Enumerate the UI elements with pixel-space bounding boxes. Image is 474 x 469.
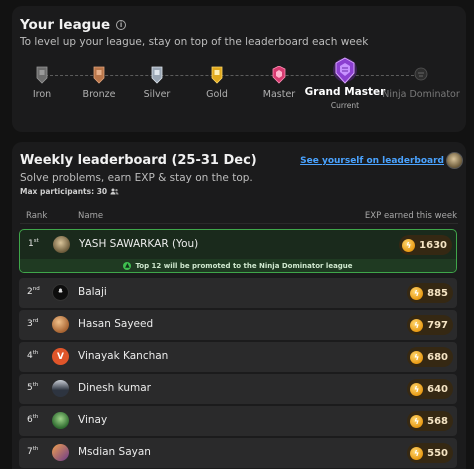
exp-badge: ϟ 550 — [407, 443, 453, 463]
silver-badge-icon — [150, 66, 164, 84]
column-name: Name — [78, 211, 104, 221]
leaderboard-row[interactable]: 4th V Vinayak Kanchan ϟ 680 — [19, 342, 457, 372]
exp-badge: ϟ 885 — [407, 283, 453, 303]
leaderboard-row[interactable]: 7th Msdian Sayan ϟ 550 — [19, 438, 457, 468]
user-name: Balaji — [78, 286, 107, 298]
iron-badge-icon — [35, 66, 49, 84]
lightning-coin-icon: ϟ — [410, 350, 424, 364]
rank-value: 1st — [28, 238, 39, 249]
lightning-coin-icon: ϟ — [402, 238, 416, 252]
tier-label-silver: Silver — [143, 89, 171, 100]
tier-label-master: Master — [262, 89, 296, 100]
lightning-coin-icon: ϟ — [410, 414, 424, 428]
league-subtitle: To level up your league, stay on top of … — [20, 36, 369, 48]
max-participants: Max participants: 30 — [20, 187, 119, 196]
avatar — [52, 316, 69, 333]
user-name: Hasan Sayeed — [78, 318, 154, 330]
leaderboard-row[interactable]: 2nd Balaji ϟ 885 — [19, 278, 457, 308]
exp-badge: ϟ 1630 — [399, 235, 452, 255]
arrow-up-icon: ▲ — [123, 261, 132, 270]
avatar — [52, 380, 69, 397]
promotion-banner: ▲ Top 12 will be promoted to the Ninja D… — [20, 259, 456, 272]
tier-label-gold: Gold — [206, 89, 228, 100]
avatar — [52, 412, 69, 429]
exp-badge: ϟ 797 — [407, 315, 453, 335]
avatar — [53, 236, 70, 253]
users-icon — [110, 188, 119, 195]
lightning-coin-icon: ϟ — [410, 318, 424, 332]
leaderboard-row[interactable]: 3rd Hasan Sayeed ϟ 797 — [19, 310, 457, 340]
lightning-coin-icon: ϟ — [410, 446, 424, 460]
current-tier-tag: Current — [330, 101, 360, 110]
rank-value: 2nd — [27, 286, 40, 297]
league-title: Your league i — [20, 17, 127, 33]
bronze-badge-icon — [92, 66, 106, 84]
exp-badge: ϟ 568 — [407, 411, 453, 431]
column-exp: EXP earned this week — [364, 211, 457, 221]
grand-master-badge-icon — [332, 56, 358, 86]
user-name: Vinayak Kanchan — [78, 350, 169, 362]
tier-label-grand-master: Grand Master — [304, 86, 386, 98]
user-name: Vinay — [78, 414, 108, 426]
master-badge-icon — [272, 66, 286, 84]
see-yourself-link[interactable]: See yourself on leaderboard — [300, 156, 444, 166]
ninja-dominator-badge-icon — [414, 66, 428, 84]
avatar: V — [52, 348, 69, 365]
gold-badge-icon — [210, 66, 224, 84]
tier-label-iron: Iron — [32, 89, 52, 100]
avatar — [52, 444, 69, 461]
leaderboard-card: Weekly leaderboard (25-31 Dec) Solve pro… — [12, 142, 466, 469]
column-rank: Rank — [26, 211, 48, 221]
lightning-coin-icon: ϟ — [410, 382, 424, 396]
user-name: YASH SAWARKAR (You) — [79, 238, 199, 250]
lightning-coin-icon: ϟ — [410, 286, 424, 300]
tier-label-bronze: Bronze — [82, 89, 116, 100]
tier-label-ninja-dominator: Ninja Dominator — [382, 89, 460, 100]
leaderboard-subtitle: Solve problems, earn EXP & stay on the t… — [20, 172, 253, 184]
user-name: Msdian Sayan — [78, 446, 151, 458]
avatar — [52, 284, 69, 301]
exp-badge: ϟ 680 — [407, 347, 453, 367]
leaderboard-row-self[interactable]: 1st YASH SAWARKAR (You) ϟ 1630 ▲ Top 12 … — [19, 229, 457, 273]
rank-value: 4th — [27, 350, 39, 361]
leaderboard-row[interactable]: 5th Dinesh kumar ϟ 640 — [19, 374, 457, 404]
rank-value: 5th — [27, 382, 39, 393]
info-icon[interactable]: i — [116, 20, 127, 30]
exp-badge: ϟ 640 — [407, 379, 453, 399]
header-divider — [20, 223, 458, 224]
leaderboard-row[interactable]: 6th Vinay ϟ 568 — [19, 406, 457, 436]
user-name: Dinesh kumar — [78, 382, 151, 394]
leaderboard-title: Weekly leaderboard (25-31 Dec) — [20, 153, 257, 168]
league-card: Your league i To level up your league, s… — [12, 6, 466, 132]
my-avatar[interactable] — [446, 152, 463, 169]
rank-value: 7th — [27, 446, 39, 457]
rank-value: 6th — [27, 414, 39, 425]
rank-value: 3rd — [27, 318, 39, 329]
